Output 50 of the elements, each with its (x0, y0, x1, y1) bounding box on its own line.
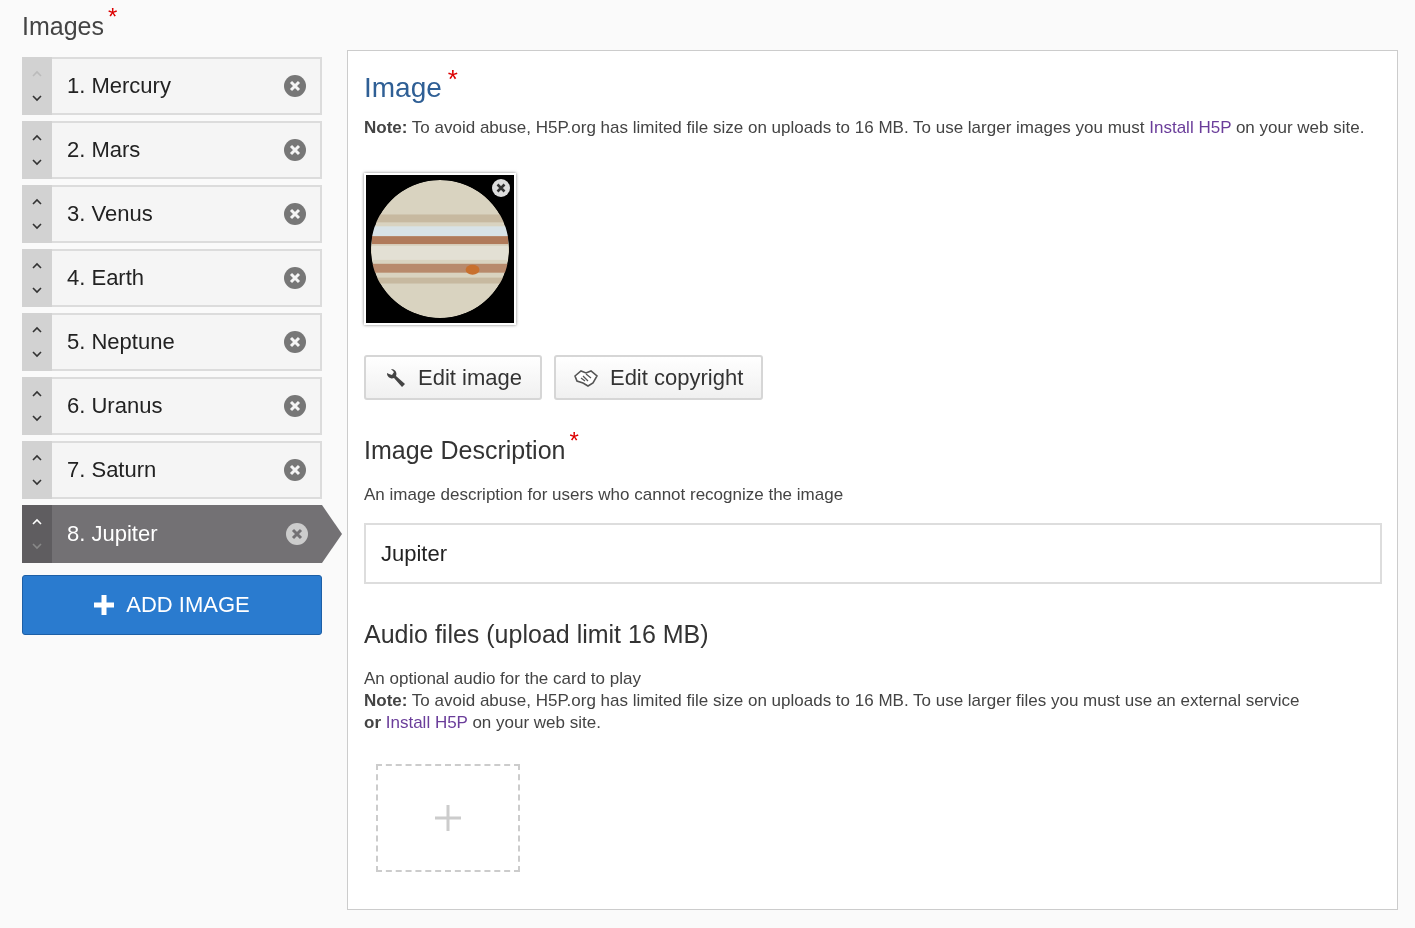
field-title: Image Description (364, 435, 566, 466)
field-title: Image (364, 71, 442, 105)
handshake-icon (573, 367, 598, 388)
remove-icon[interactable] (492, 179, 510, 197)
move-down-icon[interactable] (31, 93, 43, 102)
required-marker: * (569, 432, 579, 450)
move-up-icon[interactable] (31, 133, 43, 142)
move-up-icon[interactable] (31, 389, 43, 398)
note-text: Note: To avoid abuse, H5P.org has limited file size on uploads to 16 MB. To use larger images you must Install H5P on your web site. (364, 117, 1366, 139)
move-down-icon[interactable] (31, 349, 43, 358)
install-link[interactable]: Install H5P (385, 712, 468, 732)
move-down-icon[interactable] (31, 477, 43, 486)
field-label: Images (22, 11, 104, 42)
list-item[interactable]: 5. Neptune (52, 312, 322, 371)
list-item[interactable]: 4. Earth (52, 248, 322, 307)
required-marker: * (108, 8, 118, 26)
reorder-handle[interactable] (22, 376, 52, 435)
note-text: Note: To avoid abuse, H5P.org has limited file size on uploads to 16 MB. To use larger files you must use an external service or Install H5P on your web site. (364, 689, 1301, 734)
install-link[interactable]: Install H5P (1149, 118, 1232, 137)
reorder-handle[interactable] (22, 120, 52, 179)
add-image-button[interactable]: ADD IMAGE (22, 574, 322, 635)
move-up-icon[interactable] (31, 261, 43, 270)
move-down-icon[interactable] (31, 413, 43, 422)
list-item[interactable]: 1. Mercury (52, 56, 322, 115)
list-item[interactable]: 2. Mars (52, 120, 322, 179)
description-field[interactable]: Jupiter (364, 523, 1382, 584)
field-title: Audio files (upload limit 16 MB) (364, 619, 710, 650)
plus-icon (435, 804, 461, 831)
reorder-handle[interactable] (22, 56, 52, 115)
move-up-icon[interactable] (31, 453, 43, 462)
reorder-handle[interactable] (22, 184, 52, 243)
move-down-icon[interactable] (31, 157, 43, 166)
reorder-handle[interactable] (22, 440, 52, 499)
required-marker: * (447, 69, 458, 89)
list-item[interactable]: 6. Uranus (52, 376, 322, 435)
move-down-icon[interactable] (31, 285, 43, 294)
selection-pointer (322, 504, 342, 563)
list-item[interactable]: 7. Saturn (52, 440, 322, 499)
move-down-icon[interactable] (31, 221, 43, 230)
move-up-icon[interactable] (31, 325, 43, 334)
reorder-handle[interactable] (22, 312, 52, 371)
list-item[interactable]: 3. Venus (52, 184, 322, 243)
move-up-icon[interactable] (31, 197, 43, 206)
field-description: An optional audio for the card to play (364, 667, 642, 690)
wrench-icon (384, 366, 406, 389)
plus-icon (94, 594, 115, 615)
reorder-handle[interactable] (22, 248, 52, 307)
edit-copyright-button[interactable]: Edit copyright (553, 355, 764, 400)
field-description: An image description for users who cannot recognize the image (364, 483, 845, 506)
edit-image-button[interactable]: Edit image (364, 355, 542, 400)
